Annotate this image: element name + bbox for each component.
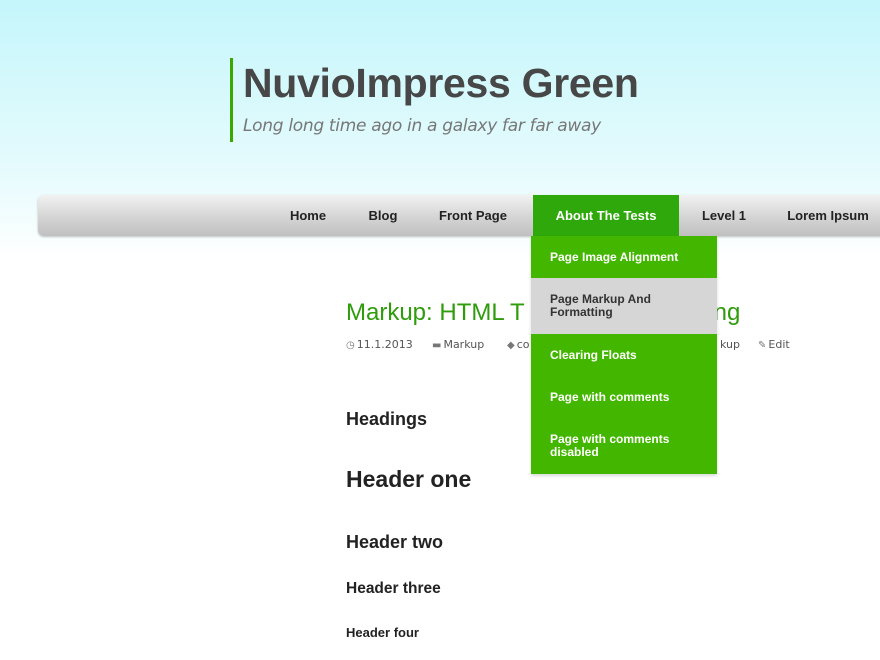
headings-label: Headings bbox=[346, 409, 428, 429]
nav-home[interactable]: Home bbox=[278, 195, 338, 236]
nav-about-the-tests[interactable]: About The Tests bbox=[533, 195, 679, 236]
nav-level-1[interactable]: Level 1 bbox=[692, 195, 756, 236]
edit-link[interactable]: ✎ Edit bbox=[758, 338, 790, 351]
header-one: Header one bbox=[346, 466, 472, 492]
post-category[interactable]: ▬ Markup bbox=[432, 338, 484, 351]
site-header: NuvioImpress Green Long long time ago in… bbox=[230, 58, 639, 142]
header-three: Header three bbox=[346, 580, 441, 597]
about-tests-submenu: Page Image Alignment Page Markup And For… bbox=[531, 236, 717, 474]
site-title[interactable]: NuvioImpress Green bbox=[243, 58, 639, 108]
header-two: Header two bbox=[346, 532, 444, 552]
post-tags[interactable]: ◆ co bbox=[507, 338, 529, 351]
nav-lorem-ipsum[interactable]: Lorem Ipsum bbox=[778, 195, 878, 236]
submenu-page-image-alignment[interactable]: Page Image Alignment bbox=[531, 236, 717, 278]
site-tagline: Long long time ago in a galaxy far far a… bbox=[243, 116, 601, 136]
post-date[interactable]: ◷ 11.1.2013 bbox=[346, 338, 413, 351]
main-navigation: Home Blog Front Page About The Tests Lev… bbox=[38, 195, 880, 236]
nav-blog[interactable]: Blog bbox=[353, 195, 413, 236]
post-title-start[interactable]: Markup: HTML T bbox=[346, 299, 525, 326]
nav-front-page[interactable]: Front Page bbox=[428, 195, 518, 236]
clock-icon: ◷ bbox=[346, 340, 355, 351]
post-title[interactable]: Markup: HTML T tting bbox=[346, 299, 740, 327]
pencil-icon: ✎ bbox=[758, 340, 767, 351]
submenu-page-with-comments-disabled[interactable]: Page with comments disabled bbox=[531, 418, 717, 474]
folder-icon: ▬ bbox=[432, 340, 442, 351]
submenu-page-with-comments[interactable]: Page with comments bbox=[531, 376, 717, 418]
post-tags-tail[interactable]: kup bbox=[720, 338, 740, 351]
submenu-page-markup-and-formatting[interactable]: Page Markup And Formatting bbox=[531, 278, 717, 334]
header-four: Header four bbox=[346, 625, 419, 640]
submenu-clearing-floats[interactable]: Clearing Floats bbox=[531, 334, 717, 376]
tag-icon: ◆ bbox=[507, 340, 515, 351]
